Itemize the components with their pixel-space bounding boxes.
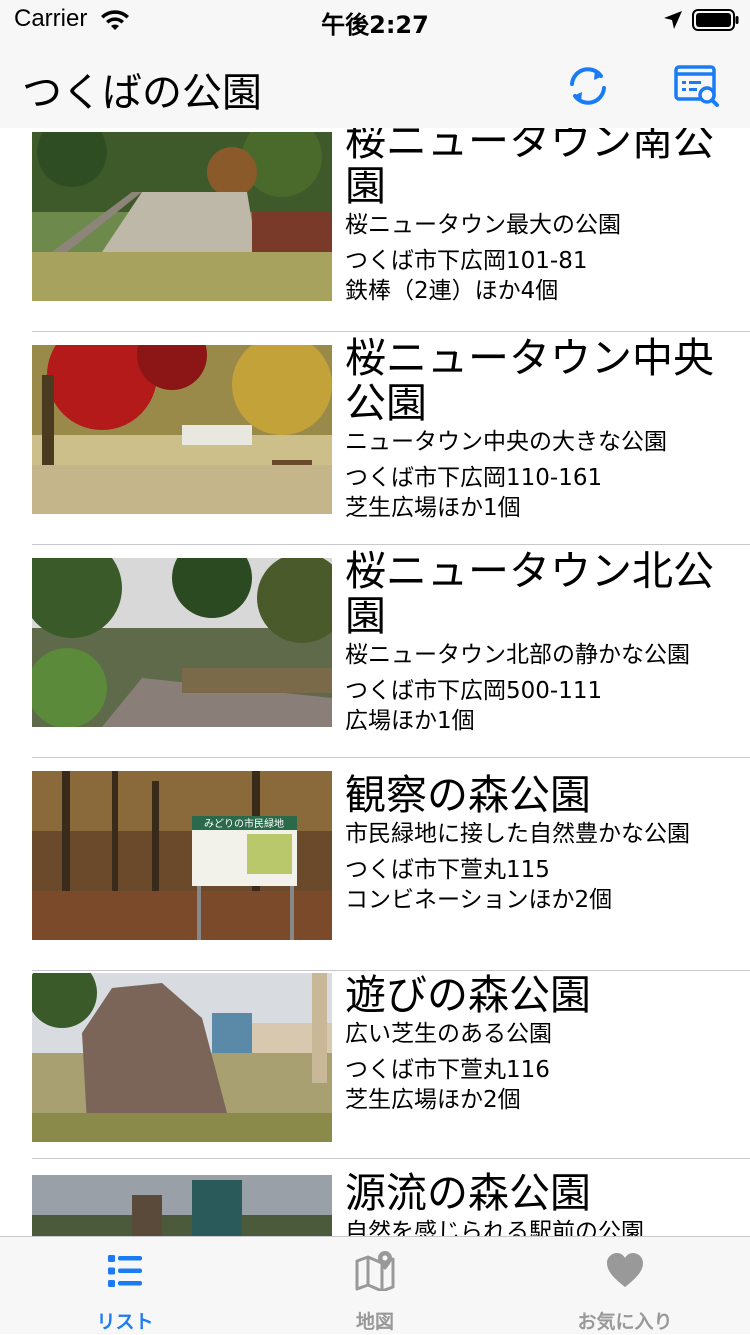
tab-label: お気に入り: [577, 1311, 673, 1333]
park-equipment: コンビネーションほか2個: [345, 887, 613, 913]
location-arrow-icon: [664, 11, 682, 29]
tab-bar: リスト 地図 お気に入り: [0, 1236, 750, 1334]
park-row[interactable]: 桜ニュータウン南公園 桜ニュータウン最大の公園 つくば市下広岡101-81 鉄棒…: [0, 128, 750, 332]
park-address: つくば市下広岡110-161: [345, 465, 603, 491]
park-description: ニュータウン中央の大きな公園: [345, 429, 667, 455]
clock: 午後2:27: [321, 11, 429, 39]
battery-icon: [692, 9, 739, 31]
park-address: つくば市下萱丸115: [345, 857, 550, 883]
tab-label: リスト: [96, 1311, 154, 1333]
park-name: 観察の森公園: [345, 771, 591, 819]
park-address: つくば市下広岡101-81: [345, 248, 588, 274]
tab-favorites[interactable]: お気に入り: [500, 1237, 750, 1335]
park-equipment: 芝生広場ほか1個: [345, 495, 521, 521]
park-photo: [32, 132, 332, 301]
heart-icon: [607, 1253, 643, 1287]
park-row[interactable]: 桜ニュータウン中央公園 ニュータウン中央の大きな公園 つくば市下広岡110-16…: [0, 332, 750, 545]
park-address: つくば市下広岡500-111: [345, 678, 603, 704]
list-icon: [108, 1255, 142, 1287]
tab-label: 地図: [355, 1311, 394, 1333]
park-name: 遊びの森公園: [345, 971, 591, 1019]
sign-title: みどりの市民緑地: [204, 817, 284, 830]
park-name: 桜ニュータウン南公園: [345, 128, 714, 210]
park-name: 源流の森公園: [345, 1169, 591, 1217]
park-description: 桜ニュータウン最大の公園: [345, 212, 621, 238]
park-photo: [32, 558, 332, 727]
park-row[interactable]: 源流の森公園 自然を感じられる駅前の公園: [0, 1159, 750, 1236]
park-photo: [32, 973, 332, 1142]
navigation-bar: つくばの公園: [0, 40, 750, 128]
park-equipment: 芝生広場ほか2個: [345, 1087, 521, 1113]
search-list-icon[interactable]: [672, 62, 720, 110]
park-list[interactable]: 桜ニュータウン南公園 桜ニュータウン最大の公園 つくば市下広岡101-81 鉄棒…: [0, 128, 750, 1236]
tab-list[interactable]: リスト: [0, 1237, 250, 1335]
park-name: 桜ニュータウン中央公園: [345, 334, 714, 427]
park-equipment: 鉄棒（2連）ほか4個: [345, 278, 559, 304]
status-bar: Carrier 午後2:27: [0, 0, 750, 40]
park-photo: [32, 1175, 332, 1236]
park-equipment: 広場ほか1個: [345, 708, 475, 734]
map-icon: [355, 1251, 395, 1291]
park-photo: [32, 345, 332, 514]
park-description: 桜ニュータウン北部の静かな公園: [345, 642, 690, 668]
park-description: 広い芝生のある公園: [345, 1021, 552, 1047]
page-title: つくばの公園: [22, 70, 262, 116]
park-address: つくば市下萱丸116: [345, 1057, 550, 1083]
park-description: 市民緑地に接した自然豊かな公園: [345, 821, 690, 847]
park-row[interactable]: 遊びの森公園 広い芝生のある公園 つくば市下萱丸116 芝生広場ほか2個: [0, 958, 750, 1159]
park-row[interactable]: みどりの市民緑地 観察の森公園 市民緑地に接した自然豊かな公園 つくば市下萱丸1…: [0, 758, 750, 971]
park-name: 桜ニュータウン北公園: [345, 547, 714, 640]
tab-map[interactable]: 地図: [250, 1237, 500, 1335]
park-row[interactable]: 桜ニュータウン北公園 桜ニュータウン北部の静かな公園 つくば市下広岡500-11…: [0, 545, 750, 758]
refresh-icon[interactable]: [564, 62, 612, 110]
park-photo: みどりの市民緑地: [32, 771, 332, 940]
park-description: 自然を感じられる駅前の公園: [345, 1219, 644, 1236]
